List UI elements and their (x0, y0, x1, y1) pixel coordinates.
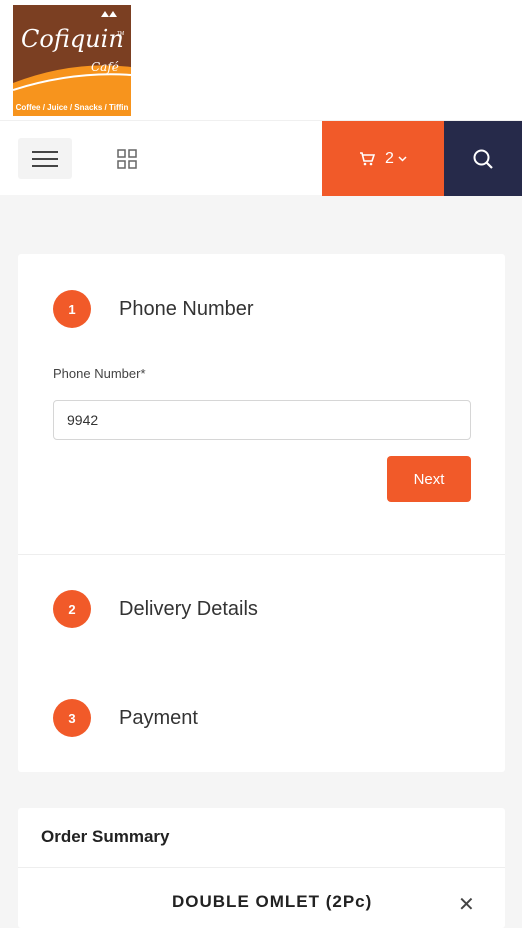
order-item-name: DOUBLE OMLET (2Pc) (172, 892, 373, 911)
step-delivery-details[interactable]: 2 Delivery Details (53, 590, 258, 628)
step-number-badge: 3 (53, 699, 91, 737)
phone-number-label: Phone Number* (53, 366, 146, 381)
navbar: 2 (0, 120, 522, 196)
logo-tagline: Coffee / Juice / Snacks / Tiffin (15, 103, 129, 112)
chevron-down-icon (398, 155, 407, 162)
section-divider (18, 554, 505, 555)
logo-wordmark: Cofiquin (21, 25, 124, 53)
menu-button[interactable] (18, 138, 72, 179)
step-title: Delivery Details (119, 597, 258, 620)
checkout-card: 1 Phone Number Phone Number* Next 2 Deli… (18, 254, 505, 772)
order-summary-title: Order Summary (41, 827, 170, 846)
step-title: Payment (119, 706, 198, 729)
logo-subtext: Café (91, 60, 119, 74)
header: Cofiquin Café TM Coffee / Juice / Snacks… (0, 0, 522, 120)
logo-tm: TM (117, 31, 124, 37)
logo-graphic: Cofiquin Café TM (13, 5, 131, 116)
step-payment[interactable]: 3 Payment (53, 699, 198, 737)
step-number-badge: 2 (53, 590, 91, 628)
cart-count: 2 (385, 149, 394, 167)
phone-number-input[interactable] (53, 400, 471, 440)
close-icon[interactable]: ✕ (458, 892, 475, 917)
search-button[interactable] (444, 121, 522, 196)
next-button[interactable]: Next (387, 456, 471, 502)
grid-icon (117, 149, 137, 169)
step-title: Phone Number (119, 297, 254, 320)
main-content: 1 Phone Number Phone Number* Next 2 Deli… (0, 208, 522, 928)
step-phone-number[interactable]: 1 Phone Number (53, 290, 254, 328)
grid-view-button[interactable] (110, 142, 144, 176)
hamburger-icon (32, 150, 58, 167)
order-summary-card: Order Summary DOUBLE OMLET (2Pc) ✕ (18, 808, 505, 928)
search-icon (473, 149, 493, 169)
cart-icon (360, 152, 376, 166)
brand-logo[interactable]: Cofiquin Café TM Coffee / Juice / Snacks… (13, 5, 131, 116)
section-divider (18, 867, 505, 868)
step-number-badge: 1 (53, 290, 91, 328)
cart-button[interactable]: 2 (322, 121, 444, 196)
